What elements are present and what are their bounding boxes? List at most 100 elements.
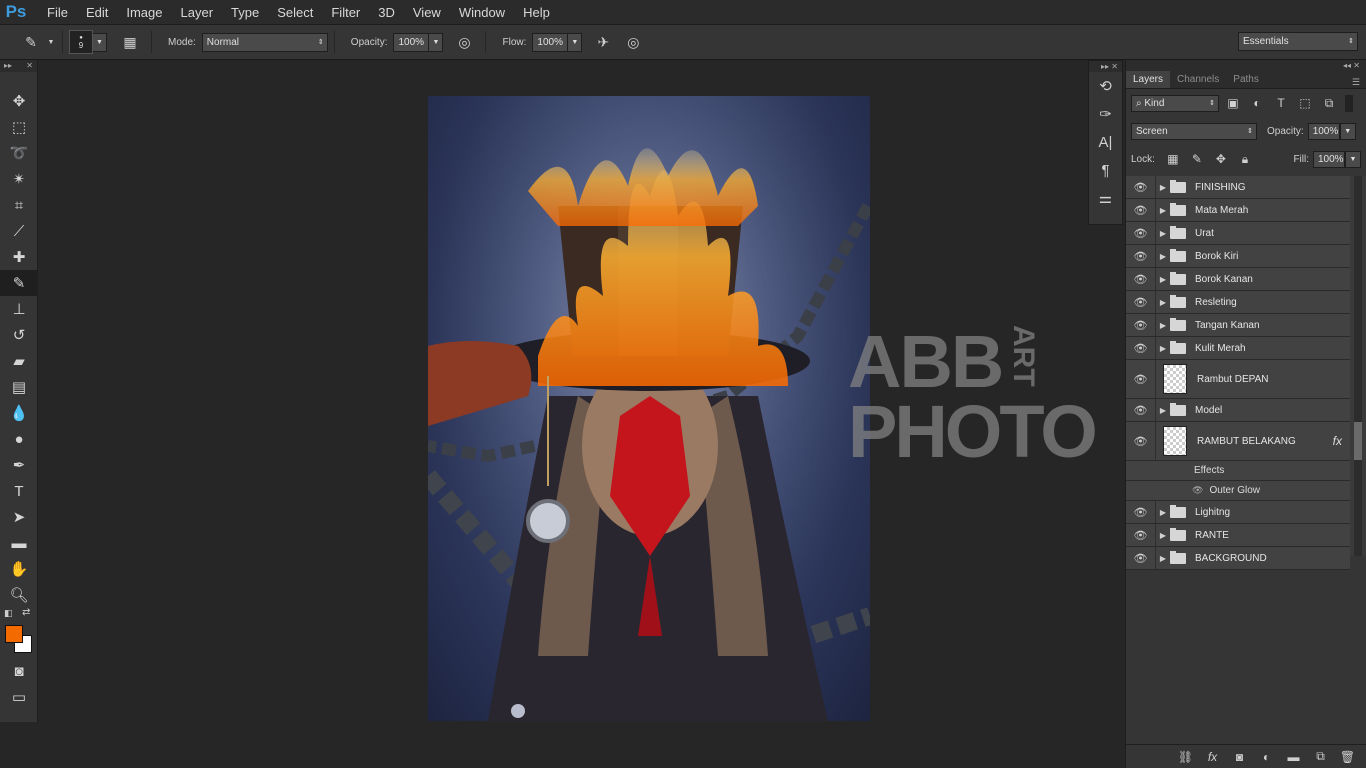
layer-row[interactable]: 👁︎ ▶ Borok Kanan: [1126, 268, 1350, 291]
new-layer-icon[interactable]: ⧉: [1307, 749, 1334, 764]
expand-icon[interactable]: ▶: [1156, 508, 1170, 517]
gradient-tool-icon[interactable]: ▤: [0, 374, 38, 400]
scrollbar-thumb[interactable]: [1354, 422, 1362, 460]
blend-mode-select[interactable]: Screen ⇕: [1131, 122, 1257, 140]
add-style-icon[interactable]: fx: [1199, 750, 1226, 764]
filter-adjustment-icon[interactable]: ◐: [1247, 95, 1267, 112]
lock-transparent-icon[interactable]: ▦: [1163, 151, 1183, 168]
brush-size-picker[interactable]: ● 9: [69, 30, 93, 54]
eyedropper-tool-icon[interactable]: ⟋: [0, 218, 38, 244]
effect-eye-icon[interactable]: 👁︎: [1192, 485, 1203, 496]
menu-3d[interactable]: 3D: [369, 0, 404, 25]
eye-icon[interactable]: 👁︎: [1126, 268, 1156, 290]
hand-tool-icon[interactable]: ✋: [0, 556, 38, 582]
mode-select[interactable]: Normal ⇕: [201, 32, 328, 52]
history-panel-icon[interactable]: ⟲: [1089, 72, 1122, 100]
eye-icon[interactable]: 👁︎: [1126, 360, 1156, 398]
eye-icon[interactable]: 👁︎: [1126, 422, 1156, 460]
menu-help[interactable]: Help: [514, 0, 559, 25]
eye-icon[interactable]: 👁︎: [1126, 501, 1156, 523]
flow-input[interactable]: 100%: [532, 32, 569, 52]
eraser-tool-icon[interactable]: ▰: [0, 348, 38, 374]
effect-row[interactable]: 👁︎ Outer Glow: [1126, 481, 1350, 501]
tab-channels[interactable]: Channels: [1170, 71, 1226, 88]
brush-tool-icon[interactable]: ✎: [0, 270, 38, 296]
move-tool-icon[interactable]: ✥: [0, 88, 38, 114]
dodge-tool-icon[interactable]: ●: [0, 426, 38, 452]
airbrush-icon[interactable]: ✈: [592, 31, 614, 53]
expand-icon[interactable]: ▶: [1156, 252, 1170, 261]
menu-edit[interactable]: Edit: [77, 0, 117, 25]
menu-filter[interactable]: Filter: [322, 0, 369, 25]
add-mask-icon[interactable]: ◙: [1226, 750, 1253, 764]
expand-icon[interactable]: ▶: [1156, 183, 1170, 192]
layer-opacity-slider[interactable]: ▼: [1339, 122, 1356, 140]
menu-image[interactable]: Image: [117, 0, 171, 25]
tab-paths[interactable]: Paths: [1226, 71, 1266, 88]
eye-icon[interactable]: 👁︎: [1126, 337, 1156, 359]
filter-shape-icon[interactable]: ⬚: [1295, 95, 1315, 112]
layer-row[interactable]: 👁︎ ▶ Kulit Merah: [1126, 337, 1350, 360]
menu-window[interactable]: Window: [450, 0, 514, 25]
eye-icon[interactable]: 👁︎: [1126, 222, 1156, 244]
filter-toggle[interactable]: [1345, 94, 1353, 112]
layer-row[interactable]: 👁︎ ▶ Model: [1126, 399, 1350, 422]
filter-smart-object-icon[interactable]: ⧉: [1319, 95, 1339, 112]
expand-icon[interactable]: ▶: [1156, 531, 1170, 540]
crop-tool-icon[interactable]: ⌗: [0, 192, 38, 218]
default-colors-icon[interactable]: ◧: [4, 608, 13, 619]
menu-file[interactable]: File: [38, 0, 77, 25]
brush-preset-icon[interactable]: ✎: [20, 31, 42, 53]
lock-position-icon[interactable]: ✥: [1211, 151, 1231, 168]
eye-icon[interactable]: 👁︎: [1126, 314, 1156, 336]
rectangle-tool-icon[interactable]: ▬: [0, 530, 38, 556]
menu-layer[interactable]: Layer: [172, 0, 223, 25]
fill-slider[interactable]: ▼: [1345, 150, 1361, 168]
document-canvas[interactable]: [428, 96, 870, 721]
screen-mode-icon[interactable]: ▭: [0, 684, 38, 710]
layer-row[interactable]: 👁︎ ▶ Mata Merah: [1126, 199, 1350, 222]
healing-brush-tool-icon[interactable]: ✚: [0, 244, 38, 270]
history-brush-tool-icon[interactable]: ↺: [0, 322, 38, 348]
magic-wand-tool-icon[interactable]: ✴: [0, 166, 38, 192]
chevron-down-icon[interactable]: ▼: [46, 31, 56, 53]
expand-icon[interactable]: ▶: [1156, 406, 1170, 415]
marquee-tool-icon[interactable]: ⬚: [0, 114, 38, 140]
expand-icon[interactable]: ▶: [1156, 229, 1170, 238]
layer-row[interactable]: 👁︎ ▶ FINISHING: [1126, 176, 1350, 199]
type-tool-icon[interactable]: T: [0, 478, 38, 504]
eye-icon[interactable]: 👁︎: [1126, 199, 1156, 221]
layer-row[interactable]: 👁︎ ▶ Lighitng: [1126, 501, 1350, 524]
paragraph-panel-icon[interactable]: ¶: [1089, 156, 1122, 184]
pressure-size-icon[interactable]: ◎: [622, 31, 644, 53]
layer-row[interactable]: 👁︎ ▶ RANTE: [1126, 524, 1350, 547]
filter-pixel-icon[interactable]: ▣: [1223, 95, 1243, 112]
swap-colors-icon[interactable]: ⇄: [22, 607, 30, 618]
layer-row[interactable]: 👁︎ ▶ Resleting: [1126, 291, 1350, 314]
opacity-input[interactable]: 100%: [393, 32, 430, 52]
layer-effects-icon[interactable]: fx: [1333, 434, 1342, 448]
quick-mask-icon[interactable]: ◙: [0, 658, 38, 684]
menu-select[interactable]: Select: [268, 0, 322, 25]
layer-row[interactable]: 👁︎ ▶ BACKGROUND: [1126, 547, 1350, 570]
layer-row[interactable]: 👁︎ ▶ Tangan Kanan: [1126, 314, 1350, 337]
eye-icon[interactable]: 👁︎: [1126, 399, 1156, 421]
pen-tool-icon[interactable]: ✒: [0, 452, 38, 478]
foreground-color-swatch[interactable]: [5, 625, 23, 643]
layer-row[interactable]: 👁︎ Rambut DEPAN: [1126, 360, 1350, 399]
fill-input[interactable]: 100%: [1313, 150, 1345, 168]
eye-icon[interactable]: 👁︎: [1126, 176, 1156, 198]
layer-row[interactable]: 👁︎ ▶ Urat: [1126, 222, 1350, 245]
pressure-opacity-icon[interactable]: ◎: [453, 31, 475, 53]
lock-all-icon[interactable]: 🔒︎: [1235, 151, 1255, 168]
lock-image-icon[interactable]: ✎: [1187, 151, 1207, 168]
clone-stamp-tool-icon[interactable]: ⊥: [0, 296, 38, 322]
filter-type-icon[interactable]: T: [1271, 95, 1291, 112]
layer-row[interactable]: 👁︎ ▶ Borok Kiri: [1126, 245, 1350, 268]
path-selection-tool-icon[interactable]: ➤: [0, 504, 38, 530]
eye-icon[interactable]: 👁︎: [1126, 245, 1156, 267]
expand-icon[interactable]: ▶: [1156, 275, 1170, 284]
brush-panel-toggle-icon[interactable]: ▦: [119, 31, 141, 53]
close-icon[interactable]: ✕: [26, 60, 33, 72]
panel-menu-icon[interactable]: ☰: [1352, 77, 1366, 88]
